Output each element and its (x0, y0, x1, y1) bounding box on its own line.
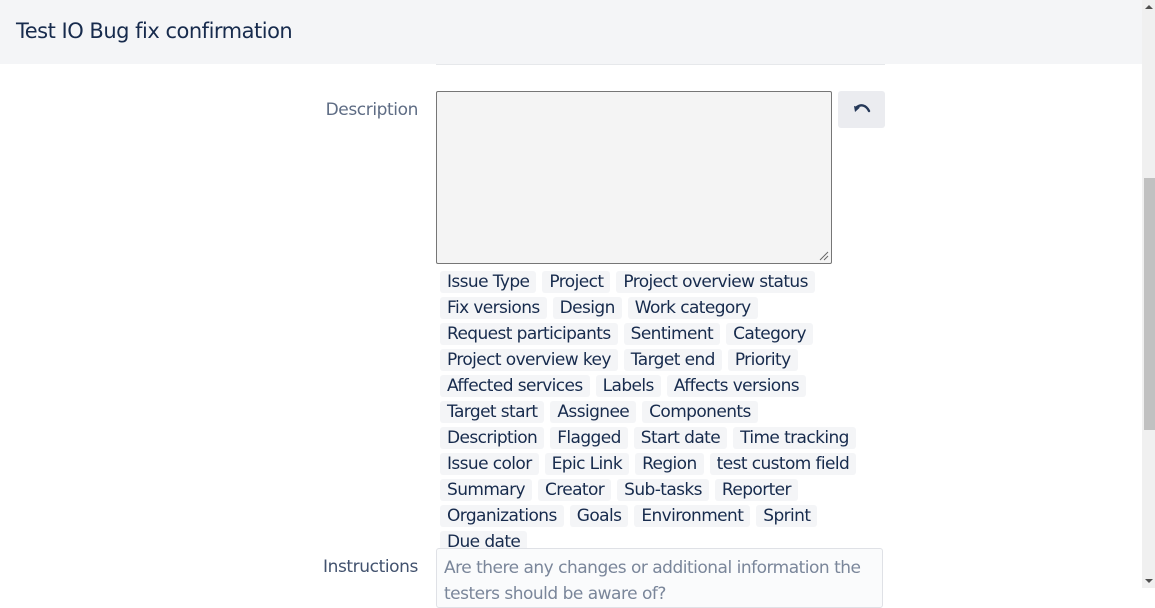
field-tag[interactable]: Description (440, 427, 545, 449)
field-tag[interactable]: test custom field (709, 453, 857, 475)
field-tag[interactable]: Fix versions (440, 297, 547, 319)
field-tag[interactable]: Assignee (550, 401, 637, 423)
field-tag[interactable]: Project overview status (616, 271, 815, 293)
page-title: Test IO Bug fix confirmation (16, 19, 293, 43)
scroll-down-icon[interactable] (1145, 579, 1153, 583)
field-tag[interactable]: Project overview key (440, 349, 618, 371)
field-divider (436, 64, 885, 65)
field-tag[interactable]: Design (552, 297, 622, 319)
field-tag[interactable]: Work category (627, 297, 758, 319)
scrollbar-thumb[interactable] (1144, 178, 1155, 430)
field-tag[interactable]: Category (726, 323, 813, 345)
page-header: Test IO Bug fix confirmation (0, 0, 1142, 64)
field-tag[interactable]: Components (642, 401, 758, 423)
field-tag[interactable]: Issue color (440, 453, 539, 475)
field-tag[interactable]: Sentiment (623, 323, 721, 345)
field-tag[interactable]: Summary (440, 479, 532, 501)
field-tag[interactable]: Priority (727, 349, 798, 371)
field-tag[interactable]: Flagged (550, 427, 628, 449)
instructions-textarea[interactable]: Are there any changes or additional info… (436, 548, 883, 608)
field-tag[interactable]: Labels (595, 375, 661, 397)
scroll-up-icon[interactable] (1145, 5, 1153, 9)
field-tag-list: Issue Type Project Project overview status… (440, 271, 865, 553)
field-tag[interactable]: Affects versions (666, 375, 807, 397)
description-textarea[interactable] (436, 91, 832, 264)
field-tag[interactable]: Goals (569, 505, 629, 527)
field-tag[interactable]: Target end (623, 349, 722, 371)
field-tag[interactable]: Issue Type (440, 271, 537, 293)
undo-button[interactable] (838, 91, 885, 128)
field-tag[interactable]: Creator (537, 479, 612, 501)
field-tag[interactable]: Reporter (714, 479, 798, 501)
field-tag[interactable]: Region (635, 453, 704, 475)
resize-handle-icon[interactable] (819, 251, 829, 261)
field-tag[interactable]: Affected services (440, 375, 590, 397)
field-tag[interactable]: Target start (440, 401, 545, 423)
field-tag[interactable]: Start date (633, 427, 728, 449)
field-tag[interactable]: Project (542, 271, 611, 293)
field-tag[interactable]: Epic Link (544, 453, 630, 475)
field-tag[interactable]: Sprint (756, 505, 818, 527)
field-tag[interactable]: Request participants (440, 323, 618, 345)
field-tag[interactable]: Organizations (440, 505, 564, 527)
field-tag[interactable]: Environment (634, 505, 751, 527)
field-tag[interactable]: Time tracking (733, 427, 856, 449)
field-tag[interactable]: Sub-tasks (617, 479, 709, 501)
instructions-placeholder: Are there any changes or additional info… (444, 558, 861, 604)
vertical-scrollbar[interactable] (1142, 0, 1155, 588)
description-label: Description (325, 100, 419, 120)
undo-icon (853, 103, 870, 112)
instructions-label: Instructions (322, 557, 418, 577)
